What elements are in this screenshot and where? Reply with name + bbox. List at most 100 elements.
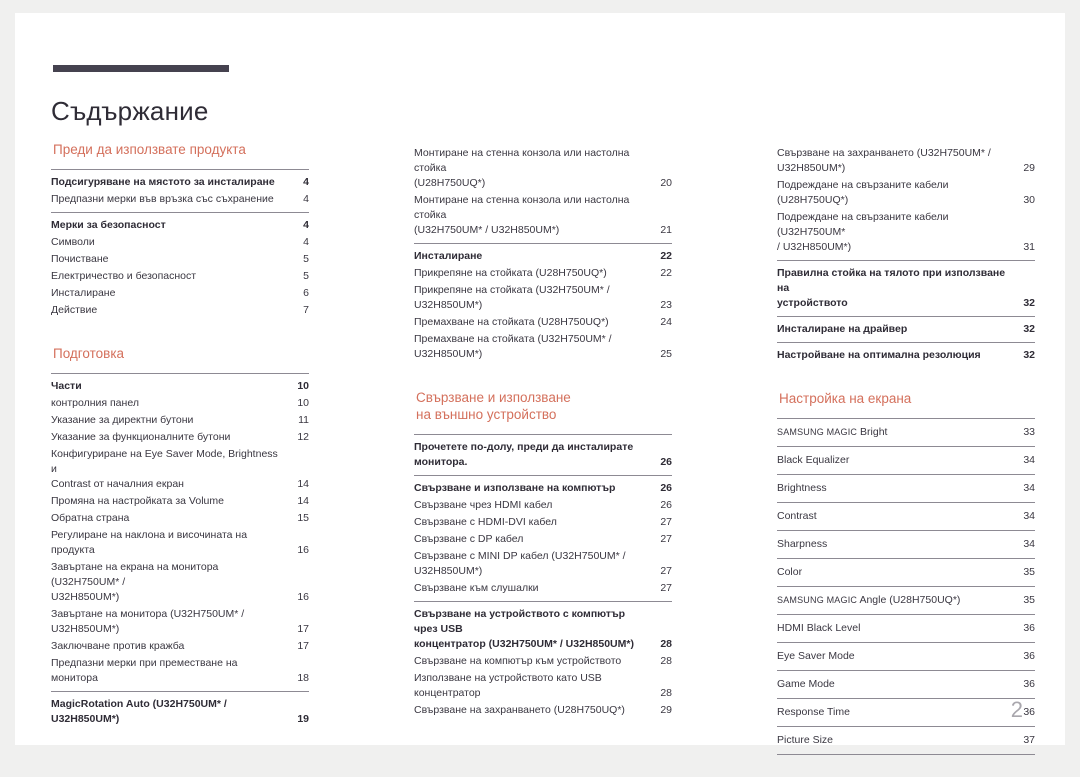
toc-entry-label: Регулиране на наклона и височината на пр…: [51, 529, 248, 556]
toc-entry[interactable]: Инсталиране 22: [414, 248, 672, 265]
toc-entry-band[interactable]: Response Time 36: [777, 698, 1035, 726]
toc-entry[interactable]: Подреждане на свързаните кабели (U32H750…: [777, 209, 1035, 256]
toc-entry-page: 27: [660, 533, 672, 545]
toc-entry-page: 11: [298, 414, 309, 426]
toc-entry-band[interactable]: Eye Saver Mode 36: [777, 642, 1035, 670]
toc-entry[interactable]: Подсигуряване на мястото за инсталиране 4: [51, 174, 309, 191]
toc-entry[interactable]: Промяна на настройката за Volume 14: [51, 493, 309, 510]
toc-entry-label: SAMSUNG MAGIC Angle (U28H750UQ*): [777, 593, 1017, 608]
toc-entry[interactable]: Конфигуриране на Eye Saver Mode, Brightn…: [51, 446, 309, 493]
toc-entry-page: 6: [303, 287, 309, 299]
toc-entry[interactable]: Указание за функционалните бутони 12: [51, 429, 309, 446]
toc-entry[interactable]: SAMSUNG MAGIC Angle (U28H750UQ*) 35: [777, 587, 1035, 614]
toc-entry-page: 10: [297, 380, 309, 392]
toc-entry-label: Свързване на захранването (U28H750UQ*): [414, 704, 625, 716]
toc-entry[interactable]: Brightness 34: [777, 475, 1035, 502]
toc-entry[interactable]: Настройване на оптимална резолюция 32: [777, 347, 1035, 364]
toc-entry-band[interactable]: Color 35: [777, 558, 1035, 586]
toc-entry[interactable]: Инсталиране на драйвер 32: [777, 321, 1035, 338]
toc-entry[interactable]: Contrast 34: [777, 503, 1035, 530]
toc-entry-page: 34: [1023, 482, 1035, 494]
toc-entry[interactable]: Свързване на устройството с компютър чре…: [414, 606, 672, 653]
toc-group: Части 10 контролния панел 10 Указание за дир…: [51, 373, 309, 691]
toc-entry-band[interactable]: HDMI Black Level 36: [777, 614, 1035, 642]
brand-prefix: SAMSUNG MAGIC: [777, 595, 858, 605]
toc-entry[interactable]: Response Time 36: [777, 699, 1035, 726]
toc-entry[interactable]: Мерки за безопасност 4: [51, 217, 309, 234]
toc-entry[interactable]: Свързване на захранването (U32H750UM* / …: [777, 145, 1035, 177]
toc-entry-band[interactable]: SAMSUNG MAGIC Angle (U28H750UQ*) 35: [777, 586, 1035, 614]
toc-entry[interactable]: Премахване на стойката (U28H750UQ*) 24: [414, 314, 672, 331]
toc-entry-page: 28: [660, 638, 672, 650]
toc-entry[interactable]: Свързване на компютър към устройството 28: [414, 653, 672, 670]
toc-entry[interactable]: Регулиране на наклона и височината на пр…: [51, 527, 309, 559]
toc-entry[interactable]: Указание за директни бутони 11: [51, 412, 309, 429]
toc-section: Настройка на екрана SAMSUNG MAGIC Bright 3…: [777, 390, 1035, 755]
toc-entry-label: Инсталиране: [51, 287, 116, 299]
toc-entry-label: Заключване против кражба: [51, 640, 185, 652]
toc-entry[interactable]: HDMI Black Level 36: [777, 615, 1035, 642]
toc-entry[interactable]: Свързване към слушалки 27: [414, 580, 672, 597]
toc-entry[interactable]: MagicRotation Auto (U32H750UM* / U32H850…: [51, 696, 309, 728]
toc-entry-band[interactable]: Picture Size 37: [777, 726, 1035, 755]
toc-entry[interactable]: Премахване на стойката (U32H750UM* / U32…: [414, 331, 672, 363]
toc-entry-page: 21: [660, 224, 672, 236]
toc-entry[interactable]: Подреждане на свързаните кабели (U28H750…: [777, 177, 1035, 209]
toc-entry-page: 23: [660, 299, 672, 311]
section-heading: Подготовка: [53, 346, 125, 361]
toc-entry[interactable]: Прочетете по-долу, преди да инсталирате …: [414, 439, 672, 471]
toc-group: Свързване и използване на компютър 26 Свър…: [414, 475, 672, 601]
toc-entry-band[interactable]: Brightness 34: [777, 474, 1035, 502]
toc-entry[interactable]: Свързване и използване на компютър 26: [414, 480, 672, 497]
toc-entry-band[interactable]: Black Equalizer 34: [777, 446, 1035, 474]
toc-column-2: Монтиране на стенна конзола или настолна…: [414, 141, 672, 777]
toc-entry-page: 22: [660, 267, 672, 279]
toc-entry[interactable]: Монтиране на стенна конзола или настолна…: [414, 145, 672, 192]
toc-entry-band[interactable]: Game Mode 36: [777, 670, 1035, 698]
toc-group: Инсталиране 22 Прикрепяне на стойката (U28…: [414, 243, 672, 367]
toc-entry[interactable]: Завъртане на екрана на монитора (U32H750…: [51, 559, 309, 606]
toc-entry[interactable]: Picture Size 37: [777, 727, 1035, 754]
toc-entry[interactable]: Color 35: [777, 559, 1035, 586]
toc-entry[interactable]: контролния панел 10: [51, 395, 309, 412]
toc-entry[interactable]: Прикрепяне на стойката (U32H750UM* / U32…: [414, 282, 672, 314]
toc-entry-page: 17: [297, 623, 309, 635]
toc-entry[interactable]: Действие 7: [51, 302, 309, 319]
toc-entry[interactable]: Части 10: [51, 378, 309, 395]
toc-entry[interactable]: Свързване чрез HDMI кабел 26: [414, 497, 672, 514]
toc-entry-band[interactable]: Sharpness 34: [777, 530, 1035, 558]
toc-entry[interactable]: Почистване 5: [51, 251, 309, 268]
toc-entry[interactable]: Свързване с MINI DP кабел (U32H750UM* / …: [414, 548, 672, 580]
toc-entry[interactable]: Прикрепяне на стойката (U28H750UQ*) 22: [414, 265, 672, 282]
toc-entry-label: Свързване на компютър към устройството: [414, 655, 622, 667]
toc-entry[interactable]: Използване на устройството като USB конц…: [414, 670, 672, 702]
toc-entry-label: Подреждане на свързаните кабели (U32H750…: [777, 211, 949, 253]
toc-entry[interactable]: Свързване на захранването (U28H750UQ*) 29: [414, 702, 672, 719]
toc-entry-page: 24: [660, 316, 672, 328]
toc-entry[interactable]: Инсталиране 6: [51, 285, 309, 302]
toc-entry[interactable]: Game Mode 36: [777, 671, 1035, 698]
toc-entry[interactable]: Black Equalizer 34: [777, 447, 1035, 474]
toc-entry[interactable]: Монтиране на стенна конзола или настолна…: [414, 192, 672, 239]
toc-entry[interactable]: Електричество и безопасност 5: [51, 268, 309, 285]
toc-entry-band[interactable]: Contrast 34: [777, 502, 1035, 530]
toc-column-3: Свързване на захранването (U32H750UM* / …: [777, 141, 1035, 777]
toc-entry-page: 31: [1023, 241, 1035, 253]
toc-entry[interactable]: Заключване против кражба 17: [51, 638, 309, 655]
toc-entry[interactable]: Завъртане на монитора (U32H750UM* / U32H…: [51, 606, 309, 638]
toc-entry-label: Електричество и безопасност: [51, 270, 197, 282]
toc-entry[interactable]: Sharpness 34: [777, 531, 1035, 558]
toc-entry[interactable]: Правилна стойка на тялото при използване…: [777, 265, 1035, 312]
toc-entry[interactable]: SAMSUNG MAGIC Bright 33: [777, 419, 1035, 446]
toc-entry-band[interactable]: SAMSUNG MAGIC Bright 33: [777, 418, 1035, 446]
toc-entry[interactable]: Свързване с DP кабел 27: [414, 531, 672, 548]
toc-entry[interactable]: Предпазни мерки при преместване на монит…: [51, 655, 309, 687]
document-page: Съдържание Преди да използвате продукта П…: [15, 13, 1065, 755]
toc-entry[interactable]: Свързване с HDMI-DVI кабел 27: [414, 514, 672, 531]
toc-entry-page: 33: [1023, 426, 1035, 438]
toc-entry-page: 5: [303, 270, 309, 282]
toc-entry[interactable]: Предпазни мерки във връзка със съхранени…: [51, 191, 309, 208]
toc-entry[interactable]: Символи 4: [51, 234, 309, 251]
toc-entry[interactable]: Обратна страна 15: [51, 510, 309, 527]
toc-entry[interactable]: Eye Saver Mode 36: [777, 643, 1035, 670]
